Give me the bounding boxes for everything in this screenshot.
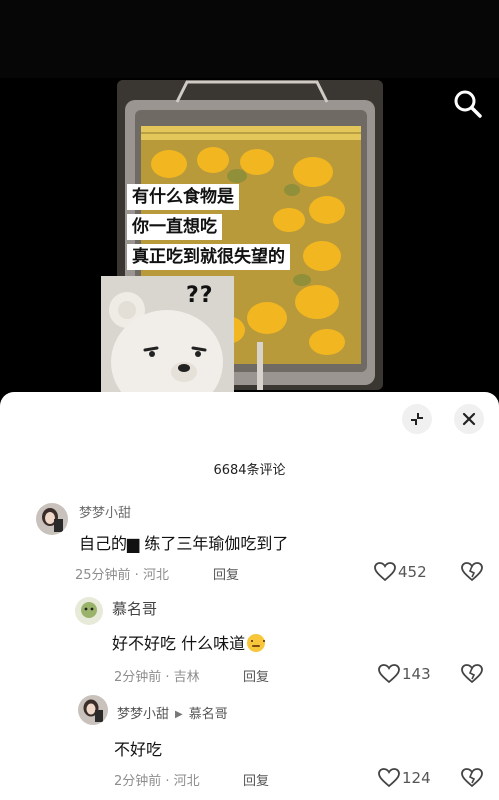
reply-to-username[interactable]: 慕名哥 [189,707,228,722]
dislike-button[interactable] [461,664,483,688]
heart-icon [374,562,396,582]
bear-face-image [101,276,234,392]
reply-arrow-icon: ▶ [175,709,183,720]
reply-thread-header: 梦梦小甜 ▶ 慕名哥 [117,703,228,722]
comment-text: 自己的▆ 练了三年瑜伽吃到了 [79,534,289,553]
like-button[interactable]: 124 [378,768,431,788]
like-count: 124 [402,769,431,787]
close-icon [462,412,476,426]
like-count: 452 [398,563,427,581]
heart-icon [378,768,400,788]
comment-text: 好不好吃 什么味道 [112,630,266,654]
avatar[interactable] [78,695,108,725]
dislike-button[interactable] [461,768,483,792]
comment-count: 6684条评论 [213,463,286,478]
video-top-bar [0,0,499,78]
comment-time-location: 2分钟前 · 河北 [114,774,200,789]
comment-time-location: 25分钟前 · 河北 [75,568,169,583]
broken-heart-icon [461,664,483,684]
comment-username[interactable]: 梦梦小甜 [79,502,131,521]
like-button[interactable]: 452 [374,562,427,582]
user-avatar-image [36,503,68,535]
avatar[interactable] [36,503,68,535]
user-avatar-image [75,597,103,625]
reply-button[interactable]: 回复 [213,564,239,583]
comment-text-body: 好不好吃 什么味道 [112,634,246,653]
user-avatar-image [78,695,108,725]
bear-sticker [101,276,234,392]
collapse-icon [411,413,423,425]
close-button[interactable] [454,404,484,434]
search-button[interactable] [452,88,484,120]
search-icon [454,90,482,118]
collapse-button[interactable] [402,404,432,434]
video-caption-line: 你一直想吃 [127,214,222,240]
comment-username[interactable]: 梦梦小甜 [117,707,169,722]
heart-icon [378,664,400,684]
video-player[interactable]: 有什么食物是 你一直想吃 真正吃到就很失望的 ?? [0,0,499,392]
broken-heart-icon [461,562,483,582]
comment-text: 不好吃 [114,740,163,759]
like-count: 143 [402,665,431,683]
like-button[interactable]: 143 [378,664,431,684]
video-caption-line: 有什么食物是 [127,184,239,210]
video-caption-line: 真正吃到就很失望的 [127,244,290,270]
comment-username[interactable]: 慕名哥 [112,598,157,619]
comment-sheet [0,392,499,800]
sticker-question-marks: ?? [186,283,214,308]
reply-button[interactable]: 回复 [243,770,269,789]
comment-time-location: 2分钟前 · 吉林 [114,670,200,685]
avatar[interactable] [75,597,103,625]
broken-heart-icon [461,768,483,788]
dislike-button[interactable] [461,562,483,586]
reply-button[interactable]: 回复 [243,666,269,685]
thinking-emoji-icon [247,634,266,652]
